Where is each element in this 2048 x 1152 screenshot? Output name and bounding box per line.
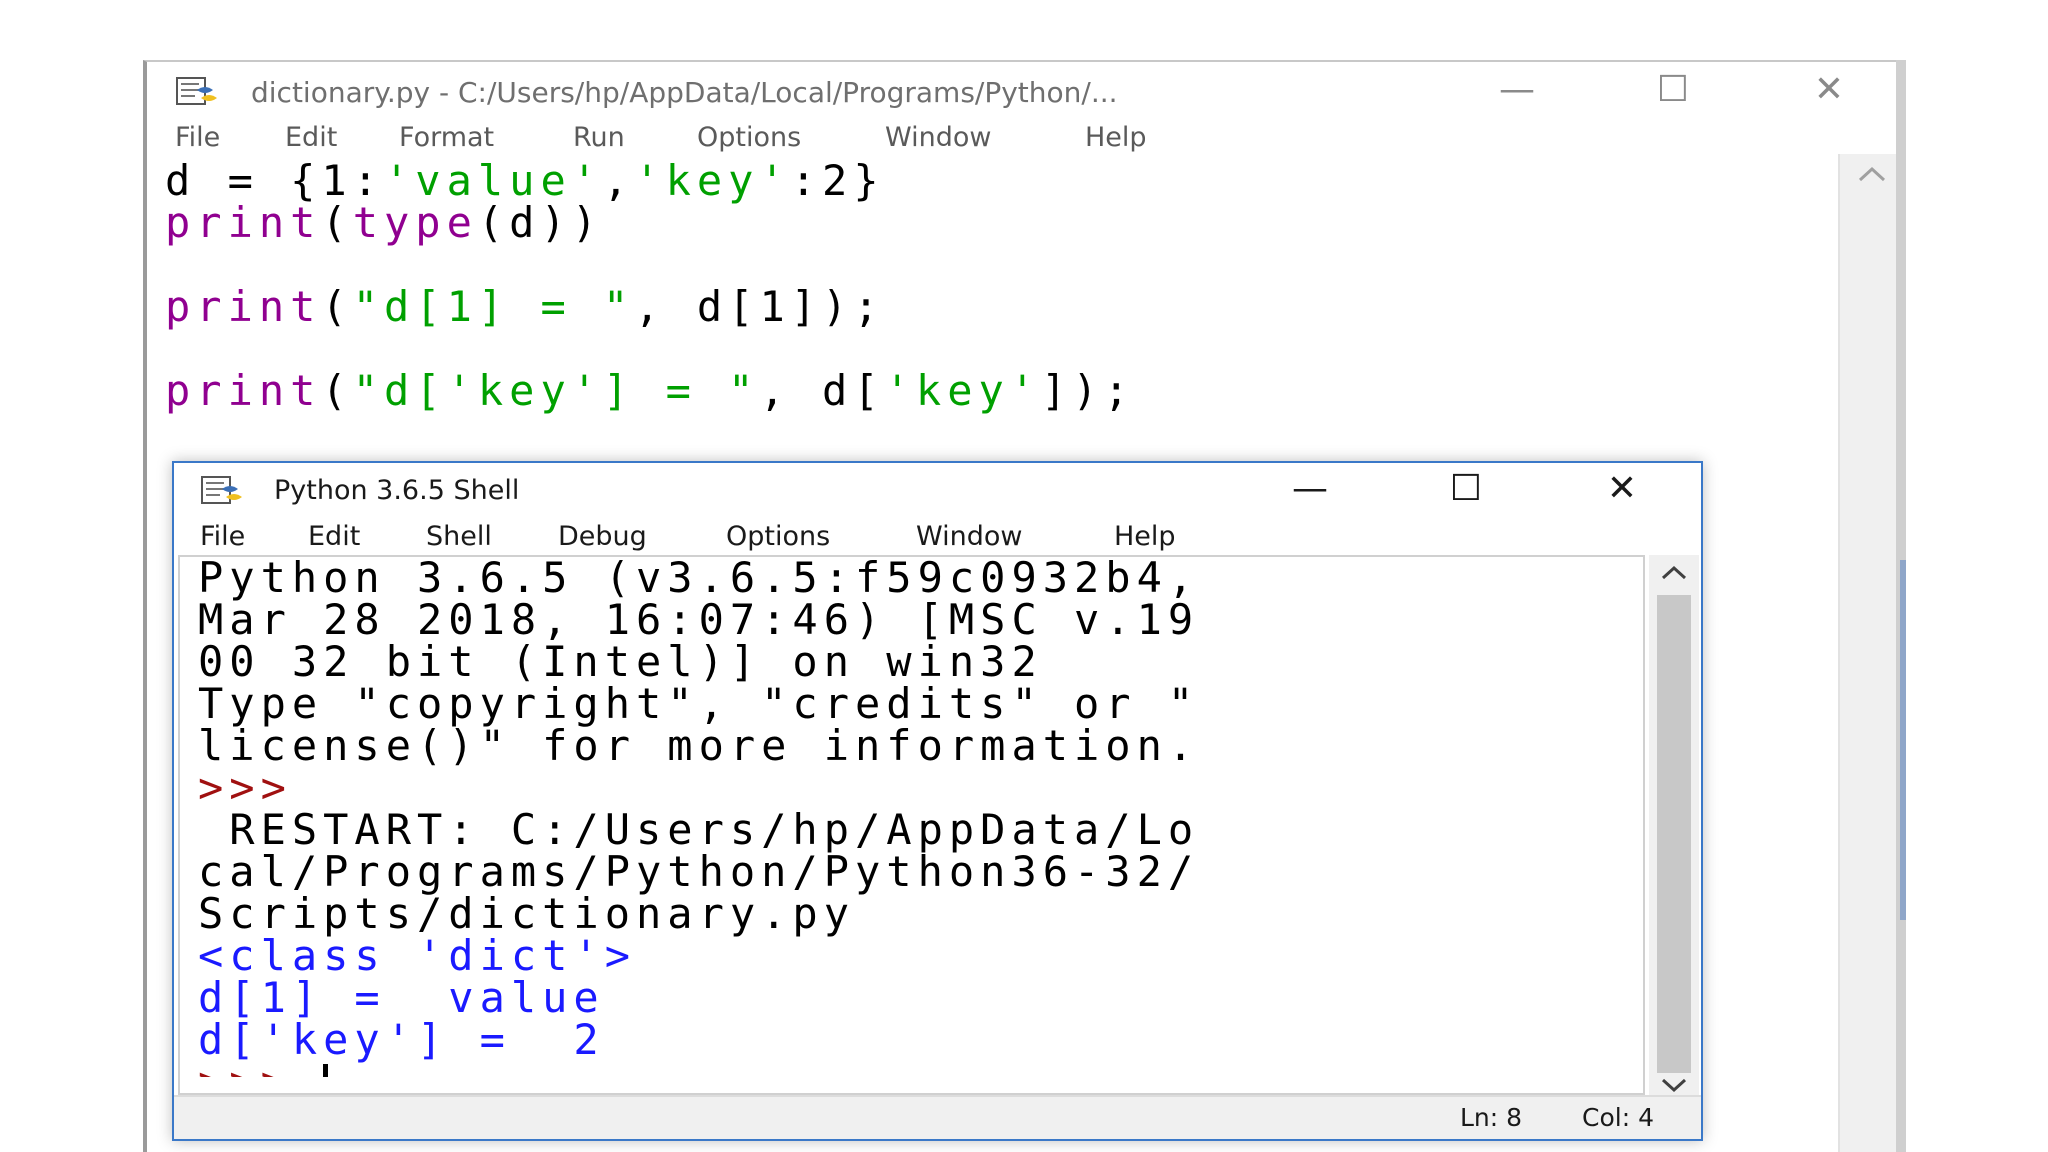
shell-menubar: File Edit Shell Debug Options Window Hel… [174,521,1701,555]
shell-restart-2: cal/Programs/Python/Python36-32/ [198,847,1200,896]
text-cursor [323,1064,329,1077]
menu-run[interactable]: Run [573,122,625,153]
shell-statusbar: Ln: 8 Col: 4 [174,1095,1701,1139]
status-column-number: Col: 4 [1582,1103,1654,1132]
shell-input-line[interactable]: >>> [198,1061,329,1077]
editor-menubar: File Edit Format Run Options Window Help [147,122,1906,158]
shell-prompt-2: >>> [198,1057,323,1078]
shell-title: Python 3.6.5 Shell [274,475,520,506]
menu-help[interactable]: Help [1085,122,1147,153]
code-line-3: print("d[1] = ", d[1]); [165,282,885,331]
shell-restart-1: RESTART: C:/Users/hp/AppData/Lo [198,805,1200,854]
shell-menu-options[interactable]: Options [726,521,830,552]
background-window-edge-accent [1900,560,1906,920]
editor-close-button[interactable]: ✕ [1799,72,1859,108]
shell-banner-2: Mar 28 2018, 16:07:46) [MSC v.19 [198,595,1200,644]
code-line-1: d = {1:'value','key':2} [165,156,885,205]
code-line-2: print(type(d)) [165,198,604,247]
shell-scrollbar[interactable] [1649,555,1699,1095]
scroll-up-icon[interactable] [1858,166,1886,182]
shell-prompt-1: >>> [198,763,292,812]
editor-maximize-button[interactable]: ☐ [1643,72,1703,108]
menu-options[interactable]: Options [697,122,801,153]
shell-menu-edit[interactable]: Edit [308,521,360,552]
shell-menu-help[interactable]: Help [1114,521,1176,552]
editor-minimize-button[interactable]: — [1487,72,1547,108]
shell-titlebar[interactable]: Python 3.6.5 Shell — ☐ ✕ [174,463,1701,519]
shell-output-text[interactable]: Python 3.6.5 (v3.6.5:f59c0932b4, Mar 28 … [198,557,1588,1077]
shell-scroll-up-icon[interactable] [1661,565,1687,581]
editor-title: dictionary.py - C:/Users/hp/AppData/Loca… [251,76,1118,109]
shell-minimize-button[interactable]: — [1280,471,1340,507]
shell-banner-1: Python 3.6.5 (v3.6.5:f59c0932b4, [198,557,1200,602]
shell-restart-3: Scripts/dictionary.py [198,889,856,938]
menu-format[interactable]: Format [399,122,494,153]
shell-scrollbar-thumb[interactable] [1657,595,1691,1073]
shell-menu-file[interactable]: File [200,521,245,552]
shell-scroll-down-icon[interactable] [1661,1077,1687,1093]
shell-banner-5: license()" for more information. [198,721,1200,770]
shell-banner-3: 00 32 bit (Intel)] on win32 [198,637,1043,686]
shell-banner-4: Type "copyright", "credits" or " [198,679,1200,728]
code-line-4: print("d['key'] = ", d['key']); [165,366,1135,415]
status-line-number: Ln: 8 [1460,1103,1523,1132]
shell-window: Python 3.6.5 Shell — ☐ ✕ File Edit Shell… [172,461,1703,1141]
shell-output-3: d['key'] = 2 [198,1015,605,1064]
menu-window[interactable]: Window [885,122,991,153]
python-shell-icon [201,476,242,504]
shell-menu-shell[interactable]: Shell [426,521,492,552]
python-idle-icon [176,77,217,105]
shell-maximize-button[interactable]: ☐ [1436,471,1496,507]
shell-menu-debug[interactable]: Debug [558,521,647,552]
menu-edit[interactable]: Edit [285,122,337,153]
editor-titlebar[interactable]: dictionary.py - C:/Users/hp/AppData/Loca… [147,62,1906,124]
shell-close-button[interactable]: ✕ [1592,471,1652,507]
menu-file[interactable]: File [175,122,220,153]
shell-output-1: <class 'dict'> [198,931,637,980]
shell-output-2: d[1] = value [198,973,605,1022]
shell-menu-window[interactable]: Window [916,521,1022,552]
